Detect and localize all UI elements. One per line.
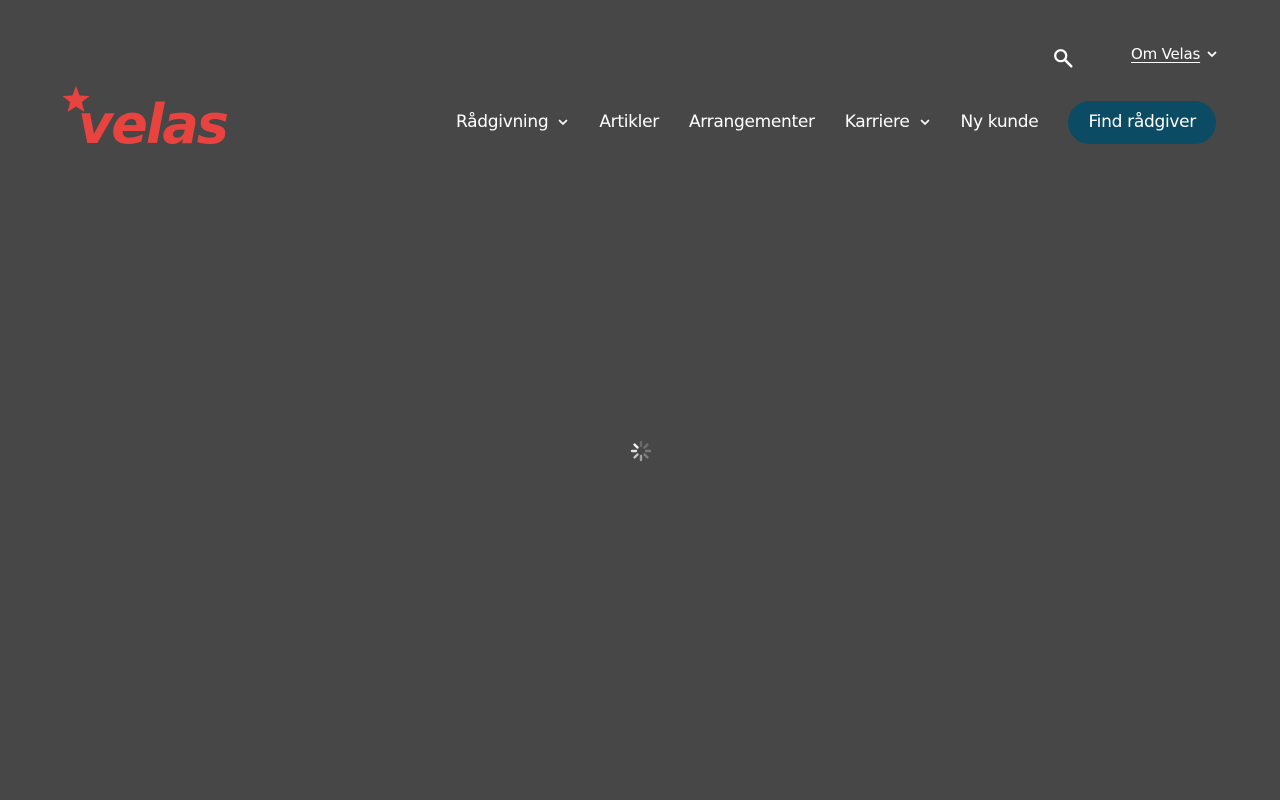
chevron-down-icon xyxy=(919,116,931,128)
om-velas-label: Om Velas xyxy=(1131,45,1201,63)
nav-item-label: Ny kunde xyxy=(960,112,1039,132)
nav-item-karriere[interactable]: Karriere xyxy=(830,100,946,144)
om-velas-dropdown[interactable]: Om Velas xyxy=(1131,44,1218,64)
logo-wordmark: velas xyxy=(78,93,228,148)
velas-logo-graphic: velas xyxy=(62,86,230,148)
velas-logo[interactable]: velas xyxy=(62,86,238,148)
nav-item-ny-kunde[interactable]: Ny kunde xyxy=(946,100,1054,144)
nav-item-artikler[interactable]: Artikler xyxy=(584,100,674,144)
chevron-down-icon xyxy=(557,116,569,128)
spinner-icon xyxy=(630,440,652,462)
search-icon xyxy=(1054,49,1073,68)
nav-item-label: Arrangementer xyxy=(688,112,815,132)
nav-item-arrangementer[interactable]: Arrangementer xyxy=(674,100,830,144)
nav-item-label: Rådgivning xyxy=(456,112,549,132)
find-radgiver-button[interactable]: Find rådgiver xyxy=(1068,100,1216,144)
search-button[interactable] xyxy=(1050,45,1076,71)
nav-item-label: Artikler xyxy=(599,112,659,132)
main-navigation: Rådgivning Artikler Arrangementer Karrie… xyxy=(456,100,1216,144)
nav-item-radgivning[interactable]: Rådgivning xyxy=(441,100,584,144)
nav-item-label: Karriere xyxy=(844,112,910,132)
page: velas Om Velas Rådgivning Artikler Arran… xyxy=(0,0,1280,800)
chevron-down-icon xyxy=(1206,48,1218,60)
